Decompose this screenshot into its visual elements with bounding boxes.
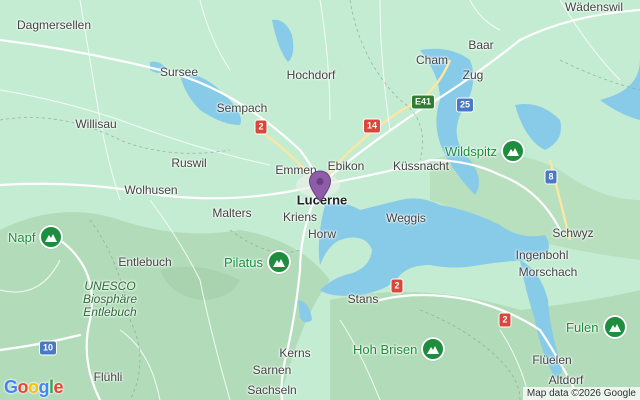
place-label-kerns[interactable]: Kerns — [279, 347, 310, 359]
road-shield-2-stans: 2 — [390, 278, 404, 294]
peak-fulen[interactable]: Fulen — [566, 315, 627, 339]
place-label-sursee[interactable]: Sursee — [160, 66, 198, 78]
place-label-kriens[interactable]: Kriens — [283, 211, 317, 223]
google-logo[interactable]: Google — [4, 377, 64, 398]
place-label-hochdorf[interactable]: Hochdorf — [287, 69, 336, 81]
place-label-horw[interactable]: Horw — [308, 228, 336, 240]
place-label-sempach[interactable]: Sempach — [217, 102, 268, 114]
mountain-icon — [602, 315, 627, 339]
mountain-icon — [39, 225, 64, 249]
mountain-icon — [501, 139, 526, 163]
park-label-unesco-biosphere[interactable]: UNESCO Biosphäre Entlebuch — [83, 280, 137, 320]
place-label-stans[interactable]: Stans — [348, 293, 379, 305]
road-shield-25: 25 — [455, 97, 475, 113]
place-label-wolhusen[interactable]: Wolhusen — [124, 184, 177, 196]
mountain-icon — [421, 337, 446, 361]
place-label-altdorf[interactable]: Altdorf — [549, 374, 584, 386]
peak-napf[interactable]: Napf — [8, 225, 64, 249]
place-label-zug[interactable]: Zug — [463, 69, 484, 81]
place-label-morschach[interactable]: Morschach — [519, 266, 578, 278]
place-label-willisau[interactable]: Willisau — [75, 118, 116, 130]
place-label-kussnacht[interactable]: Küssnacht — [393, 160, 449, 172]
road-shield-2-south: 2 — [498, 312, 512, 328]
place-label-weggis[interactable]: Weggis — [386, 212, 426, 224]
place-label-baar[interactable]: Baar — [468, 39, 493, 51]
place-label-ingenbohl[interactable]: Ingenbohl — [516, 249, 569, 261]
map-view[interactable]: Dagmersellen Wädenswil Sursee Hochdorf C… — [0, 0, 640, 400]
place-label-cham[interactable]: Cham — [416, 54, 448, 66]
place-label-ruswil[interactable]: Ruswil — [171, 157, 206, 169]
road-shield-14: 14 — [362, 118, 382, 134]
map-attribution[interactable]: Map data ©2026 Google — [522, 387, 640, 400]
place-label-entlebuch[interactable]: Entlebuch — [118, 256, 171, 268]
peak-pilatus[interactable]: Pilatus — [224, 250, 292, 274]
peak-label: Pilatus — [224, 254, 264, 270]
place-label-schwyz[interactable]: Schwyz — [552, 227, 593, 239]
place-label-fluelen[interactable]: Flüelen — [532, 354, 571, 366]
place-label-dagmersellen[interactable]: Dagmersellen — [17, 19, 91, 31]
location-pin-icon[interactable] — [308, 170, 332, 202]
peak-hoh-brisen[interactable]: Hoh Brisen — [353, 337, 446, 361]
place-label-sarnen[interactable]: Sarnen — [253, 364, 292, 376]
place-label-fluhli[interactable]: Flühli — [94, 371, 123, 383]
peak-label: Fulen — [566, 319, 599, 335]
peak-wildspitz[interactable]: Wildspitz — [445, 139, 526, 163]
place-label-ebikon[interactable]: Ebikon — [328, 160, 365, 172]
road-shield-e41: E41 — [410, 94, 436, 110]
place-label-sachseln[interactable]: Sachseln — [247, 384, 296, 396]
place-label-wadenswil[interactable]: Wädenswil — [565, 1, 623, 13]
peak-label: Hoh Brisen — [353, 341, 418, 357]
road-shield-2-north: 2 — [254, 119, 268, 135]
mountain-icon — [267, 250, 292, 274]
road-shield-8: 8 — [544, 169, 558, 185]
road-shield-10: 10 — [38, 340, 58, 356]
peak-label: Napf — [8, 229, 36, 245]
peak-label: Wildspitz — [445, 143, 498, 159]
place-label-malters[interactable]: Malters — [212, 207, 251, 219]
